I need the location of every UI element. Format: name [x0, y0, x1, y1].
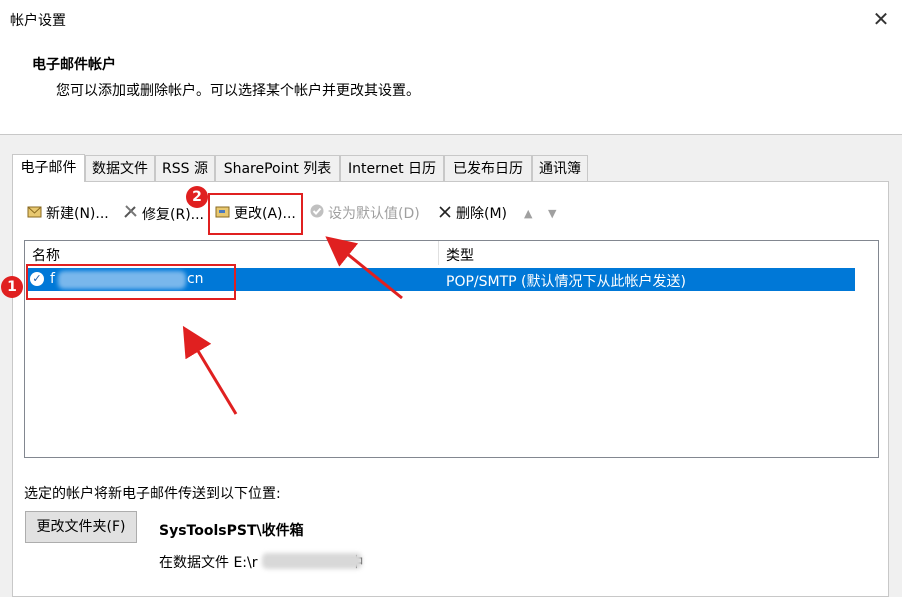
arrow-to-account: [182, 325, 238, 415]
arrow-to-change: [325, 236, 403, 300]
tab-email[interactable]: 电子邮件: [12, 154, 85, 182]
annotation-arrows: [182, 236, 403, 415]
